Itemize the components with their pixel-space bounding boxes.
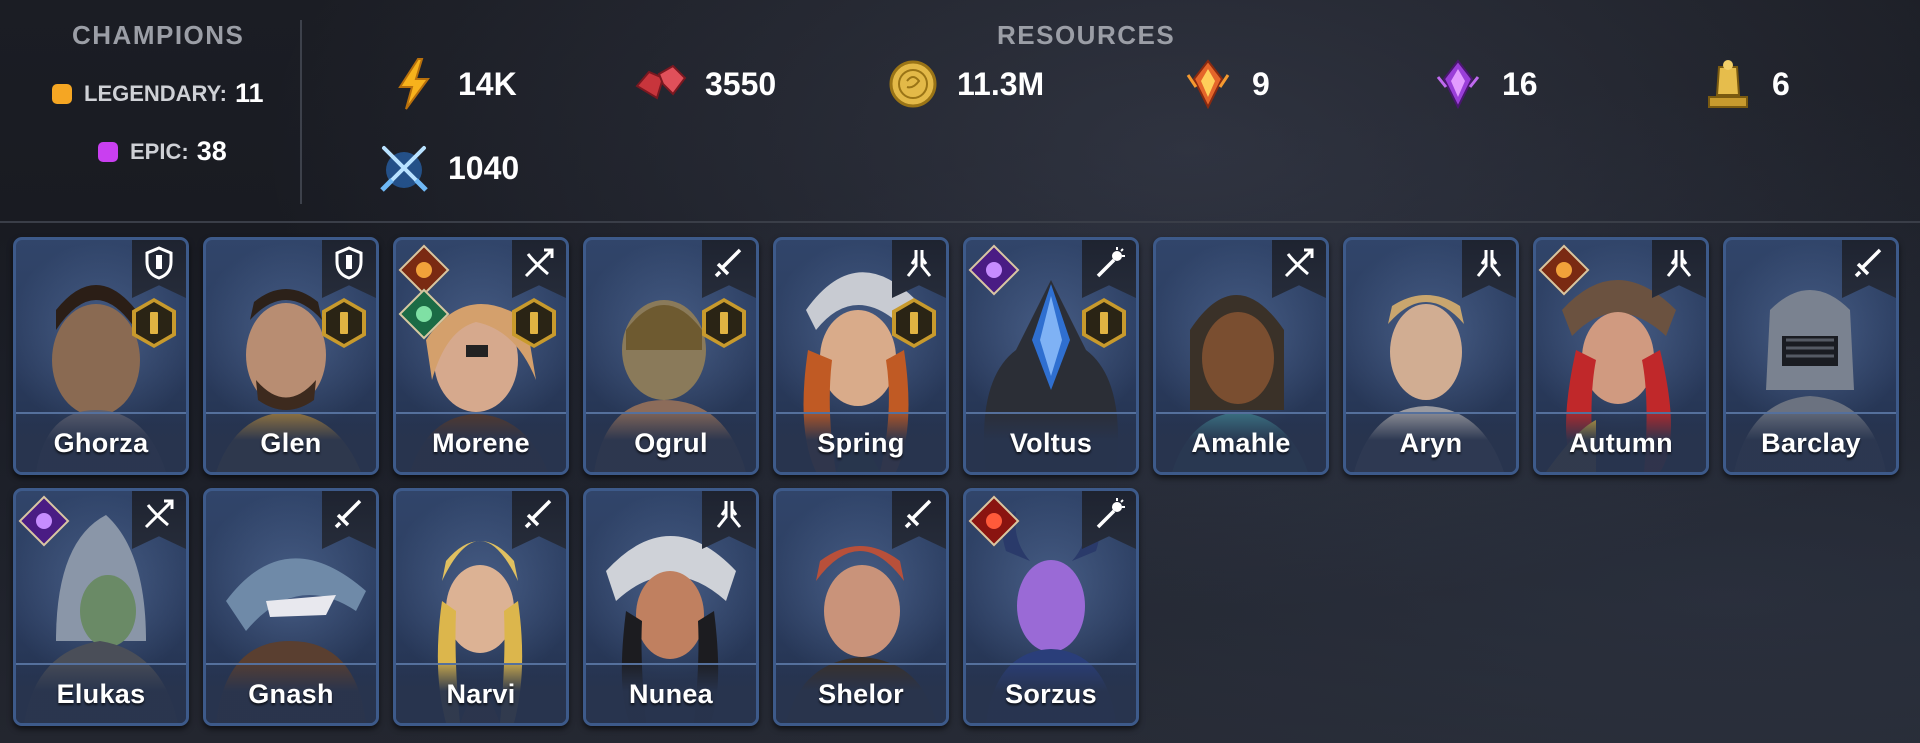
champion-name: Aryn [1346, 412, 1516, 472]
champion-card-shelor[interactable]: Shelor [773, 488, 949, 726]
trophy-value: 6 [1772, 65, 1790, 102]
shield-icon [335, 246, 363, 280]
epic-value: 38 [196, 136, 227, 166]
resource-rubies: 3550 [633, 56, 776, 112]
crossbow-icon [144, 499, 174, 529]
champion-card-amahle[interactable]: Amahle [1153, 237, 1329, 475]
champion-name: Voltus [966, 412, 1136, 472]
legendary-count: LEGENDARY: 11 [52, 78, 264, 109]
champion-name: Amahle [1156, 412, 1326, 472]
epic-count: EPIC: 38 [98, 136, 227, 167]
champion-name: Narvi [396, 663, 566, 723]
energy-icon [386, 56, 442, 112]
resource-energy: 14K [386, 56, 517, 112]
shield-icon [145, 246, 173, 280]
crossbow-icon [524, 248, 554, 278]
praying-hands-icon [906, 250, 932, 277]
sword-icon [904, 499, 932, 529]
champion-card-sorzus[interactable]: Sorzus [963, 488, 1139, 726]
fire-crystal-icon [1180, 56, 1236, 112]
gold-coin-icon [885, 56, 941, 112]
champion-name: Ogrul [586, 412, 756, 472]
resources-title: RESOURCES [997, 20, 1176, 50]
champion-card-glen[interactable]: Glen [203, 237, 379, 475]
praying-hands-icon [1666, 250, 1692, 277]
champion-name: Autumn [1536, 412, 1706, 472]
champion-card-gnash[interactable]: Gnash [203, 488, 379, 726]
void-crystal-value: 16 [1502, 65, 1538, 102]
magic-staff-icon [1096, 498, 1125, 529]
champions-title: CHAMPIONS [72, 20, 245, 50]
champion-name: Shelor [776, 663, 946, 723]
champion-card-autumn[interactable]: Autumn [1533, 237, 1709, 475]
arena-value: 1040 [448, 149, 520, 186]
legendary-dot-icon [52, 83, 72, 104]
epic-dot-icon [98, 141, 118, 162]
champion-card-elukas[interactable]: Elukas [13, 488, 189, 726]
header-panel: CHAMPIONS LEGENDARY: 11 EPIC: 38 RESOURC… [0, 0, 1920, 222]
champion-card-ghorza[interactable]: Ghorza [13, 237, 189, 475]
void-crystal-icon [1430, 56, 1486, 112]
legendary-label: LEGENDARY: [84, 80, 227, 106]
champion-name: Gnash [206, 663, 376, 723]
fire-crystal-value: 9 [1252, 65, 1270, 102]
champion-card-narvi[interactable]: Narvi [393, 488, 569, 726]
crossbow-icon [1284, 248, 1314, 278]
sword-icon [334, 499, 362, 529]
champion-card-nunea[interactable]: Nunea [583, 488, 759, 726]
praying-hands-icon [1476, 250, 1502, 277]
energy-value: 14K [458, 65, 517, 102]
gold-value: 11.3M [957, 65, 1045, 102]
header-bottom-border [0, 221, 1920, 223]
champion-name: Sorzus [966, 663, 1136, 723]
resource-void-crystal: 16 [1430, 56, 1538, 112]
champion-card-barclay[interactable]: Barclay [1723, 237, 1899, 475]
champion-name: Nunea [586, 663, 756, 723]
sword-icon [714, 248, 742, 278]
praying-hands-icon [716, 501, 742, 528]
champion-card-ogrul[interactable]: Ogrul [583, 237, 759, 475]
resource-gold: 11.3M [885, 56, 1044, 112]
resource-trophy: 6 [1700, 56, 1790, 112]
champion-card-morene[interactable]: Morene [393, 237, 569, 475]
champion-name: Ghorza [16, 412, 186, 472]
epic-label: EPIC: [130, 138, 189, 164]
rubies-value: 3550 [705, 65, 777, 102]
resource-fire-crystal: 9 [1180, 56, 1270, 112]
sword-icon [524, 499, 552, 529]
header-divider [300, 20, 302, 204]
champion-name: Spring [776, 412, 946, 472]
champion-card-voltus[interactable]: Voltus [963, 237, 1139, 475]
crossed-swords-icon [376, 140, 432, 196]
champion-name: Barclay [1726, 412, 1896, 472]
champion-name: Elukas [16, 663, 186, 723]
champion-card-aryn[interactable]: Aryn [1343, 237, 1519, 475]
champion-name: Glen [206, 412, 376, 472]
champion-card-spring[interactable]: Spring [773, 237, 949, 475]
champion-name: Morene [396, 412, 566, 472]
sword-icon [1854, 248, 1882, 278]
gold-trophy-icon [1700, 56, 1756, 112]
resource-arena: 1040 [376, 140, 519, 196]
magic-staff-icon [1096, 247, 1125, 278]
rubies-icon [633, 56, 689, 112]
legendary-value: 11 [235, 78, 264, 108]
